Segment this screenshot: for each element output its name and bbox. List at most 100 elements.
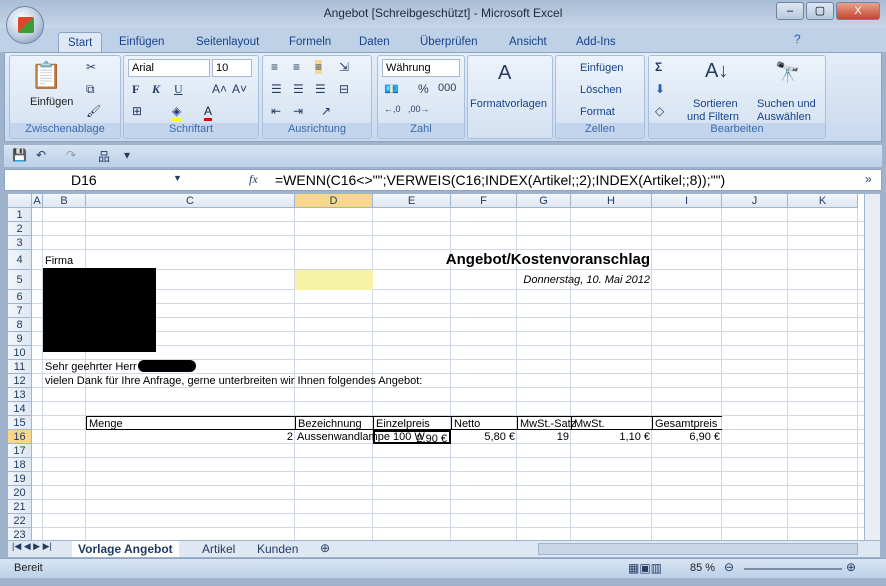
zoom-slider[interactable]	[744, 568, 842, 570]
find-label-2[interactable]: Auswählen	[757, 111, 811, 123]
column-header-J[interactable]: J	[722, 194, 788, 208]
column-header-A[interactable]: A	[32, 194, 43, 208]
tab-daten[interactable]: Daten	[350, 32, 399, 52]
align-right-icon[interactable]: ☰	[315, 82, 326, 96]
table-header-cell[interactable]: MwSt.	[571, 416, 652, 430]
row-header-19[interactable]: 19	[8, 472, 32, 486]
tree-icon[interactable]: 品	[98, 148, 110, 165]
find-label-1[interactable]: Suchen und	[757, 98, 816, 110]
customize-qat-icon[interactable]: ▾	[124, 148, 130, 162]
tab-seitenlayout[interactable]: Seitenlayout	[187, 32, 268, 52]
cell-intro[interactable]: vielen Dank für Ihre Anfrage, gerne unte…	[43, 374, 424, 388]
redo-icon[interactable]: ↷	[66, 148, 76, 162]
increase-indent-icon[interactable]: ⇥	[293, 104, 303, 118]
percent-button[interactable]: %	[418, 82, 429, 96]
table-cell[interactable]: 2	[86, 430, 295, 444]
sort-label-1[interactable]: Sortieren	[693, 98, 738, 110]
thousands-button[interactable]: 000	[438, 82, 456, 94]
column-header-H[interactable]: H	[571, 194, 652, 208]
office-button[interactable]	[6, 6, 44, 44]
sheet-tab-artikel[interactable]: Artikel	[196, 541, 241, 557]
align-center-icon[interactable]: ☰	[293, 82, 304, 96]
maximize-button[interactable]: ▢	[806, 2, 834, 20]
row-header-16[interactable]: 16	[8, 430, 32, 444]
table-header-cell[interactable]: Einzelpreis	[373, 416, 451, 430]
close-button[interactable]: X	[836, 2, 880, 20]
bold-button[interactable]: F	[132, 82, 139, 97]
grow-font-icon[interactable]: A˄	[212, 82, 227, 96]
minimize-button[interactable]: –	[776, 2, 804, 20]
select-all-corner[interactable]	[8, 194, 32, 208]
table-cell[interactable]: 2,90 €	[373, 430, 451, 445]
tab-ansicht[interactable]: Ansicht	[500, 32, 556, 52]
shrink-font-icon[interactable]: A˅	[232, 82, 247, 96]
table-cell[interactable]: 1,10 €	[571, 430, 652, 444]
merge-cells-icon[interactable]: ⊟	[339, 82, 349, 96]
styles-icon[interactable]: A	[498, 62, 511, 85]
name-box[interactable]: D16	[5, 170, 185, 190]
row-header-18[interactable]: 18	[8, 458, 32, 472]
tab-ueberpruefen[interactable]: Überprüfen	[411, 32, 487, 52]
fill-color-icon[interactable]: ◈	[172, 104, 182, 121]
column-header-B[interactable]: B	[43, 194, 86, 208]
expand-formula-icon[interactable]: »	[865, 172, 872, 186]
row-header-6[interactable]: 6	[8, 290, 32, 304]
delete-cells-button[interactable]: Löschen	[580, 84, 622, 96]
paste-icon[interactable]: 📋	[30, 60, 62, 91]
table-header-cell[interactable]: Bezeichnung	[295, 416, 373, 430]
tab-einfuegen[interactable]: Einfügen	[110, 32, 173, 52]
increase-decimal-icon[interactable]: ←,0	[384, 104, 401, 114]
copy-icon[interactable]: ⧉	[86, 82, 95, 97]
align-middle-icon[interactable]: ≡	[293, 60, 300, 74]
tab-add-ins[interactable]: Add-Ins	[567, 32, 625, 52]
sheet-tab-vorlage-angebot[interactable]: Vorlage Angebot	[72, 541, 179, 557]
sort-filter-icon[interactable]: A↓	[705, 60, 728, 83]
insert-sheet-icon[interactable]: ⊕	[320, 541, 330, 555]
view-buttons-icon[interactable]: ▦▣▥	[628, 561, 662, 575]
table-cell[interactable]: 19	[517, 430, 571, 444]
row-header-8[interactable]: 8	[8, 318, 32, 332]
decrease-indent-icon[interactable]: ⇤	[271, 104, 281, 118]
column-header-F[interactable]: F	[451, 194, 517, 208]
row-header-11[interactable]: 11	[8, 360, 32, 374]
font-color-icon[interactable]: A	[204, 104, 213, 121]
row-header-15[interactable]: 15	[8, 416, 32, 430]
row-header-17[interactable]: 17	[8, 444, 32, 458]
column-header-C[interactable]: C	[86, 194, 295, 208]
align-bottom-icon[interactable]: ≡	[315, 60, 323, 74]
cell-salutation[interactable]: Sehr geehrter Herr	[43, 360, 139, 374]
horizontal-scrollbar[interactable]	[538, 543, 858, 555]
align-top-icon[interactable]: ≡	[271, 60, 278, 74]
tab-formeln[interactable]: Formeln	[280, 32, 340, 52]
insert-function-button[interactable]: fx	[249, 172, 258, 187]
row-header-14[interactable]: 14	[8, 402, 32, 416]
column-header-E[interactable]: E	[373, 194, 451, 208]
undo-icon[interactable]: ↶	[36, 148, 46, 162]
cell-heading[interactable]: Angebot/Kostenvoranschlag	[444, 250, 652, 270]
find-binoculars-icon[interactable]: 🔭	[775, 60, 800, 85]
table-header-cell[interactable]: Netto	[451, 416, 517, 430]
cell-date[interactable]: Donnerstag, 10. Mai 2012	[521, 273, 652, 287]
zoom-out-icon[interactable]: ⊖	[724, 560, 734, 574]
wrap-text-icon[interactable]: ⇲	[339, 60, 349, 74]
row-header-4[interactable]: 4	[8, 250, 32, 270]
column-header-G[interactable]: G	[517, 194, 571, 208]
paste-button[interactable]: Einfügen	[30, 96, 73, 108]
number-format-select[interactable]: Währung	[382, 59, 460, 77]
worksheet-grid[interactable]: A B C D E F G H I J K 1 2 3 4 5 6 7 8 9 10 11 12 13 14 15 16 17 18 19…	[8, 194, 864, 542]
fill-icon[interactable]: ⬇	[655, 82, 665, 96]
row-header-7[interactable]: 7	[8, 304, 32, 318]
table-cell[interactable]: 6,90 €	[652, 430, 722, 444]
table-header-cell[interactable]: Gesamtpreis	[652, 416, 722, 430]
table-header-cell[interactable]: MwSt.-Satz	[517, 416, 576, 430]
zoom-level[interactable]: 85 %	[690, 562, 715, 574]
underline-button[interactable]: U	[174, 82, 183, 97]
font-name-select[interactable]: Arial	[128, 59, 210, 77]
column-header-D[interactable]: D	[295, 194, 373, 208]
cell-firma[interactable]: Firma	[43, 254, 75, 268]
row-header-22[interactable]: 22	[8, 514, 32, 528]
table-cell[interactable]: Aussenwandlampe 100 W	[295, 430, 425, 444]
row-header-9[interactable]: 9	[8, 332, 32, 346]
sheet-nav-icons[interactable]: |◀ ◀ ▶ ▶|	[12, 541, 52, 552]
table-cell[interactable]: 5,80 €	[451, 430, 517, 444]
